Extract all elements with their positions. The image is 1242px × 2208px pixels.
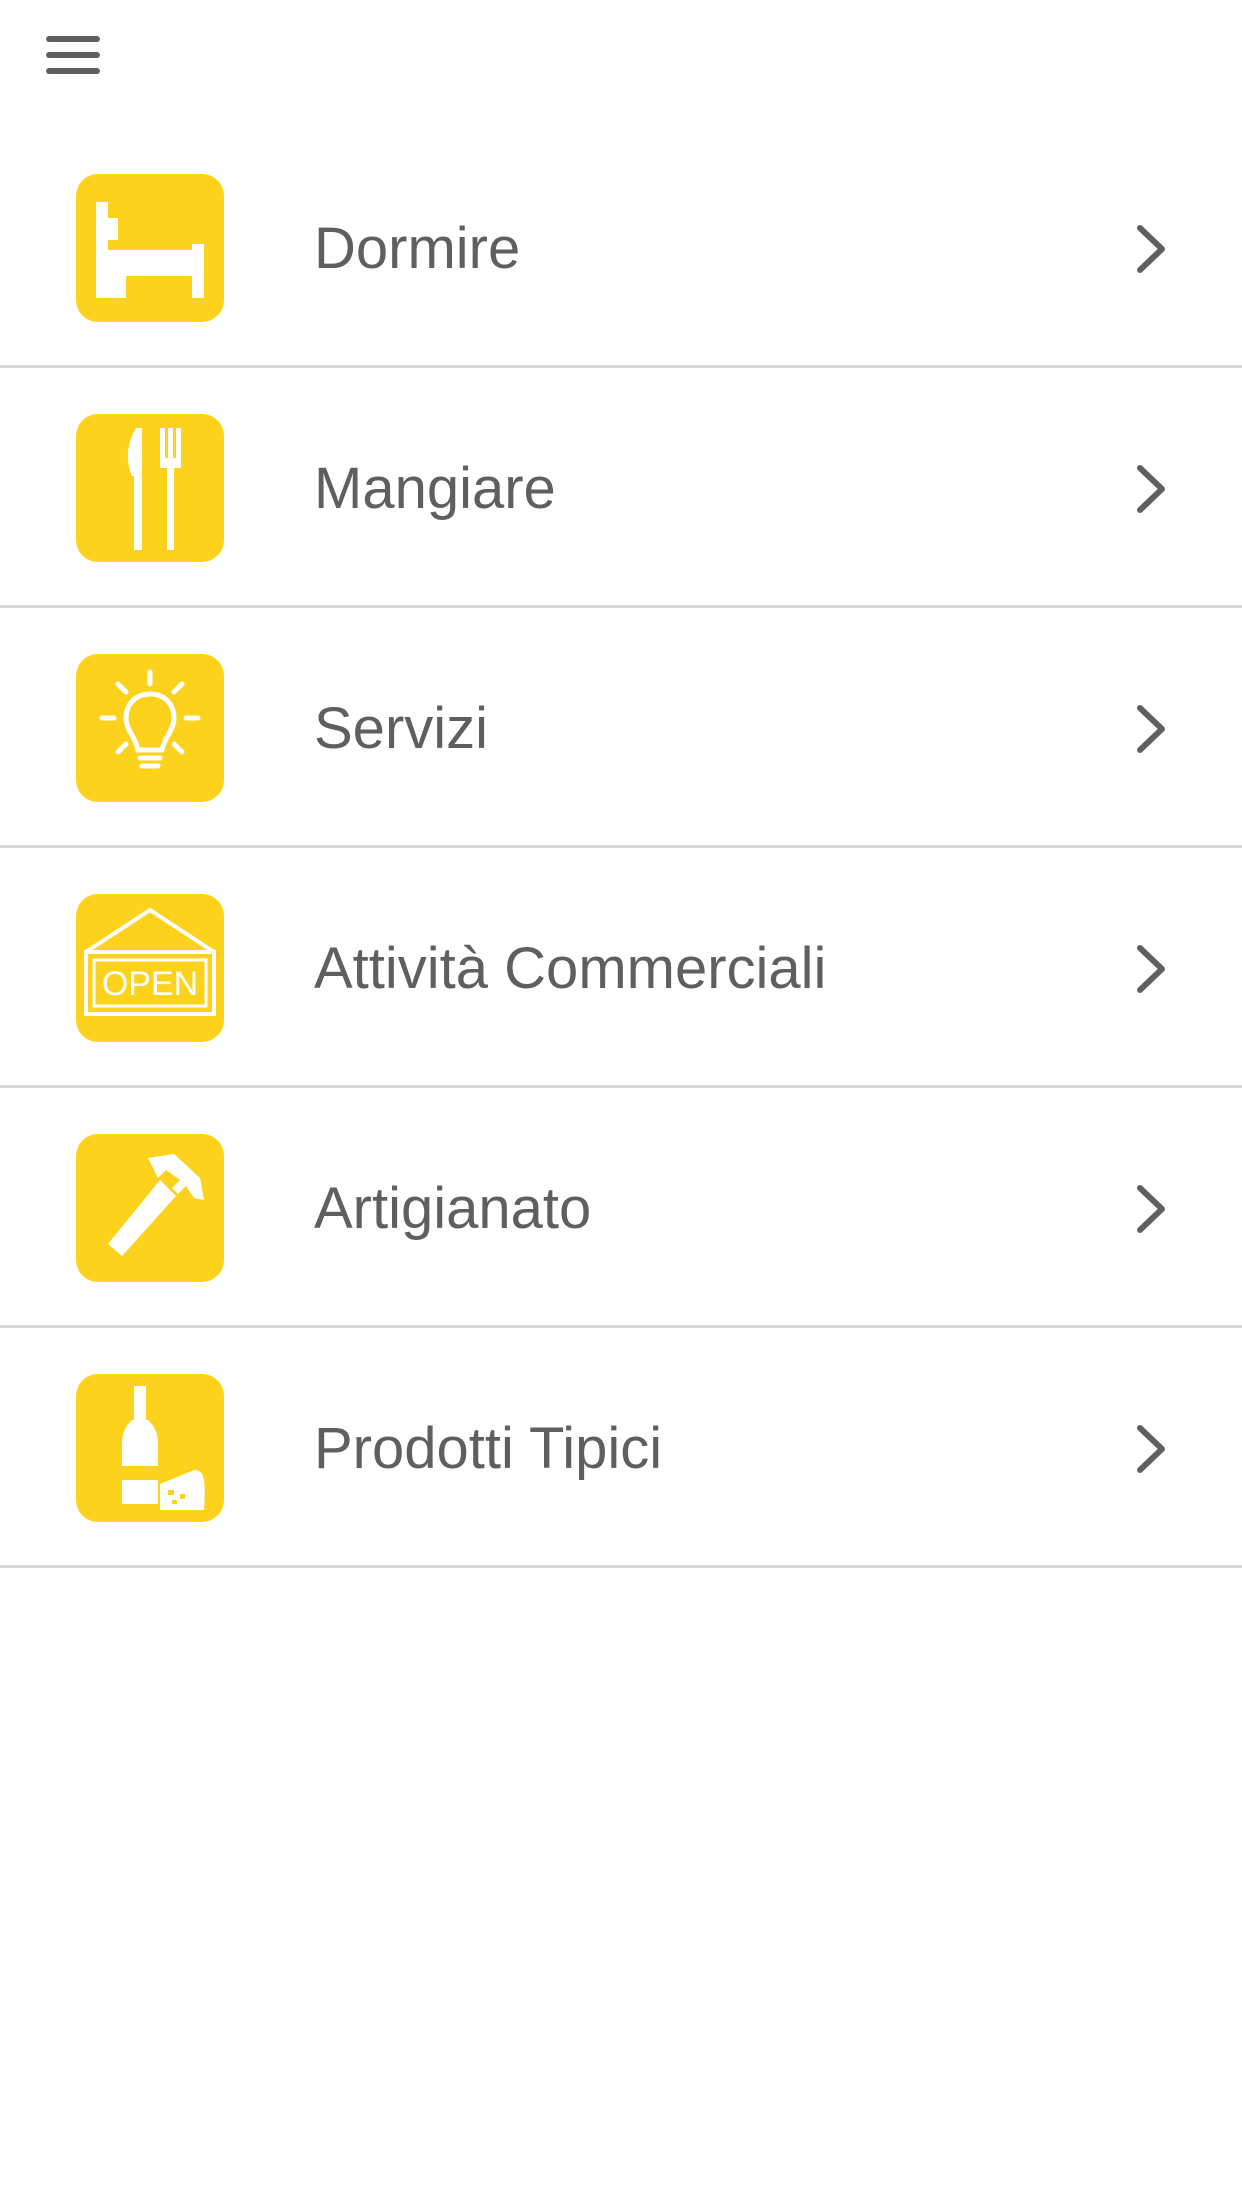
list-item-label: Prodotti Tipici xyxy=(314,1416,663,1481)
chevron-right-icon xyxy=(1132,704,1172,754)
list-item-prodotti-tipici[interactable]: Prodotti Tipici xyxy=(0,1328,1242,1568)
hammer-icon xyxy=(76,1134,224,1282)
chevron-right-icon xyxy=(1132,464,1172,514)
open-sign-icon: OPEN xyxy=(76,894,224,1042)
chevron-right-icon xyxy=(1132,1424,1172,1474)
list-item-mangiare[interactable]: Mangiare xyxy=(0,368,1242,608)
list-item-dormire[interactable]: Dormire xyxy=(0,128,1242,368)
chevron-right-icon xyxy=(1132,1184,1172,1234)
lightbulb-icon xyxy=(76,654,224,802)
list-item-attivita-commerciali[interactable]: OPEN Attività Commerciali xyxy=(0,848,1242,1088)
knife-fork-icon xyxy=(76,414,224,562)
bed-icon xyxy=(76,174,224,322)
list-item-artigianato[interactable]: Artigianato xyxy=(0,1088,1242,1328)
wine-cheese-icon xyxy=(76,1374,224,1522)
open-sign-text: OPEN xyxy=(102,965,198,1003)
list-item-servizi[interactable]: Servizi xyxy=(0,608,1242,848)
list-item-label: Dormire xyxy=(314,216,521,281)
list-item-label: Mangiare xyxy=(314,456,556,521)
hamburger-menu-icon[interactable] xyxy=(44,34,104,82)
top-bar xyxy=(0,0,1242,120)
chevron-right-icon xyxy=(1132,944,1172,994)
category-list: Dormire Mangiare Servizi OPEN Attività C… xyxy=(0,128,1242,1568)
list-item-label: Artigianato xyxy=(314,1176,592,1241)
list-item-label: Servizi xyxy=(314,696,489,761)
list-item-label: Attività Commerciali xyxy=(314,936,827,1001)
chevron-right-icon xyxy=(1132,224,1172,274)
